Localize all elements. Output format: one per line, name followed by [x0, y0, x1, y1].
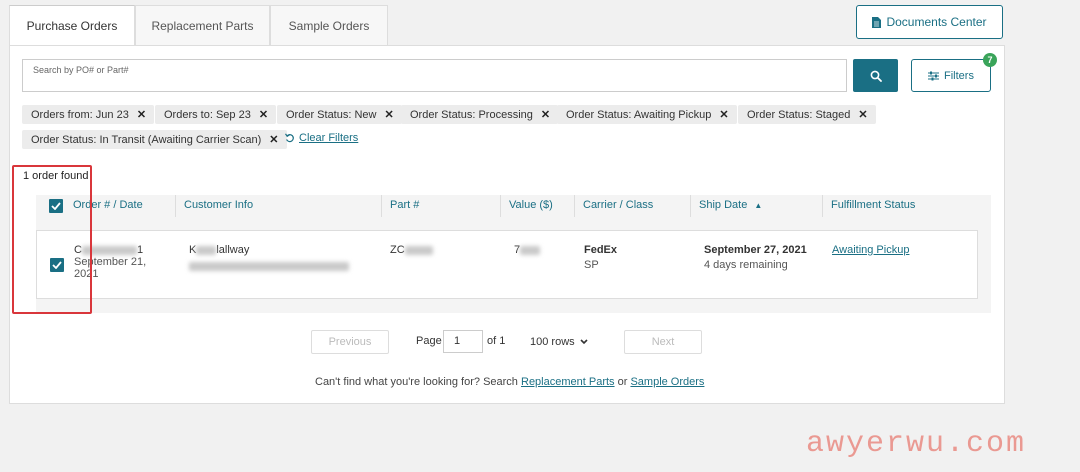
clear-filters-link[interactable]: Clear Filters — [285, 132, 358, 144]
order-tabs: Purchase Orders Replacement Parts Sample… — [9, 5, 388, 46]
part-number-prefix: ZC — [390, 244, 405, 256]
check-icon — [52, 261, 62, 269]
filter-chip-label: Orders from: Jun 23 — [31, 108, 129, 121]
page-number-input[interactable]: 1 — [443, 330, 483, 353]
filter-chip: Order Status: New ✕ — [277, 105, 402, 124]
clear-filters-label: Clear Filters — [299, 132, 359, 144]
documents-center-button[interactable]: Documents Center — [856, 5, 1003, 39]
ship-date-header-label: Ship Date — [699, 199, 748, 211]
row-checkbox[interactable] — [50, 258, 64, 272]
filter-chip-label: Orders to: Sep 23 — [164, 108, 251, 121]
order-date-line1: September 21, — [74, 256, 147, 268]
redacted-order-number — [81, 245, 137, 255]
search-button[interactable] — [853, 59, 898, 92]
sort-asc-icon: ▲ — [754, 201, 763, 210]
tab-sample-orders[interactable]: Sample Orders — [270, 5, 388, 45]
replacement-parts-link[interactable]: Replacement Parts — [521, 376, 615, 388]
redacted-value — [520, 245, 541, 255]
rows-per-page-select[interactable]: 100 rows — [530, 330, 588, 354]
filter-chip-label: Order Status: In Transit (Awaiting Carri… — [31, 133, 262, 146]
column-header-order[interactable]: Order # / Date — [65, 195, 175, 217]
carrier-cell: FedEx SP — [584, 244, 617, 271]
carrier-name: FedEx — [584, 244, 618, 256]
order-date-line2: 2021 — [74, 268, 99, 280]
column-header-part[interactable]: Part # — [381, 195, 501, 217]
remove-chip-icon[interactable]: ✕ — [137, 108, 146, 121]
previous-button[interactable]: Previous — [311, 330, 389, 354]
carrier-class: SP — [584, 259, 599, 271]
redacted-customer-address — [189, 261, 349, 271]
sliders-icon — [928, 71, 940, 80]
filter-chip-label: Order Status: New — [286, 108, 377, 121]
next-button[interactable]: Next — [624, 330, 702, 354]
customer-name-prefix: K — [189, 244, 197, 256]
column-header-fulfillment[interactable]: Fulfillment Status — [822, 195, 972, 217]
tab-replacement-parts[interactable]: Replacement Parts — [135, 5, 270, 45]
filters-button[interactable]: Filters — [911, 59, 991, 92]
customer-name-suffix: lallway — [216, 244, 250, 256]
order-number-prefix: C — [74, 244, 82, 256]
reset-icon — [285, 133, 294, 143]
chevron-down-icon — [580, 339, 588, 345]
order-number-cell[interactable]: C 1 September 21, 2021 — [74, 244, 146, 280]
ship-remaining: 4 days remaining — [704, 259, 788, 271]
ship-date-cell: September 27, 2021 4 days remaining — [704, 244, 807, 271]
table-header: Order # / Date Customer Info Part # Valu… — [36, 195, 991, 217]
filter-count-badge: 7 — [983, 53, 997, 67]
column-header-carrier[interactable]: Carrier / Class — [574, 195, 690, 217]
remove-chip-icon[interactable]: ✕ — [259, 108, 268, 121]
check-icon — [51, 202, 61, 210]
filter-chip: Order Status: Staged ✕ — [738, 105, 876, 124]
search-icon — [870, 70, 882, 82]
filter-chip: Order Status: Awaiting Pickup ✕ — [557, 105, 737, 124]
help-footer: Can't find what you're looking for? Sear… — [315, 376, 704, 388]
redacted-customer-name — [196, 245, 217, 255]
search-box[interactable] — [22, 59, 847, 92]
orders-table: Order # / Date Customer Info Part # Valu… — [36, 195, 991, 313]
sample-orders-link[interactable]: Sample Orders — [630, 376, 704, 388]
filter-chip: Order Status: In Transit (Awaiting Carri… — [22, 130, 287, 149]
order-number-suffix: 1 — [136, 244, 144, 256]
select-all-checkbox[interactable] — [49, 199, 63, 213]
document-icon — [872, 16, 882, 28]
part-number-cell: ZC — [390, 244, 433, 256]
help-text: Can't find what you're looking for? Sear… — [315, 376, 518, 388]
remove-chip-icon[interactable]: ✕ — [269, 133, 278, 146]
page-total-label: of 1 — [487, 335, 506, 347]
customer-info-cell: Klallway — [189, 244, 349, 272]
remove-chip-icon[interactable]: ✕ — [384, 108, 393, 121]
ship-date: September 27, 2021 — [704, 244, 807, 256]
remove-chip-icon[interactable]: ✕ — [858, 108, 867, 121]
value-cell: 7 — [514, 244, 541, 256]
filters-label: Filters — [944, 69, 974, 82]
filter-chip: Orders from: Jun 23 ✕ — [22, 105, 155, 124]
results-count: 1 order found — [23, 170, 89, 182]
column-header-value[interactable]: Value ($) — [500, 195, 574, 217]
column-header-customer[interactable]: Customer Info — [175, 195, 376, 217]
filter-chip: Order Status: Processing ✕ — [401, 105, 559, 124]
redacted-part-number — [404, 245, 433, 255]
rows-per-page-value: 100 rows — [530, 336, 575, 348]
watermark-text: awyerwu.com — [806, 427, 1027, 461]
remove-chip-icon[interactable]: ✕ — [719, 108, 728, 121]
table-row[interactable]: C 1 September 21, 2021 Klallway ZC 7 FedE… — [36, 230, 978, 299]
column-header-ship-date[interactable]: Ship Date ▲ — [690, 195, 818, 217]
filter-chip-label: Order Status: Awaiting Pickup — [566, 108, 712, 121]
or-text: or — [617, 376, 628, 388]
fulfillment-status-link[interactable]: Awaiting Pickup — [832, 244, 909, 256]
tab-purchase-orders[interactable]: Purchase Orders — [9, 5, 135, 46]
documents-center-label: Documents Center — [886, 15, 987, 29]
filter-chip-label: Order Status: Staged — [747, 108, 851, 121]
remove-chip-icon[interactable]: ✕ — [541, 108, 550, 121]
filter-chip-label: Order Status: Processing — [410, 108, 533, 121]
page-label: Page — [416, 335, 442, 347]
search-input[interactable] — [31, 64, 735, 76]
filter-chip: Orders to: Sep 23 ✕ — [155, 105, 277, 124]
